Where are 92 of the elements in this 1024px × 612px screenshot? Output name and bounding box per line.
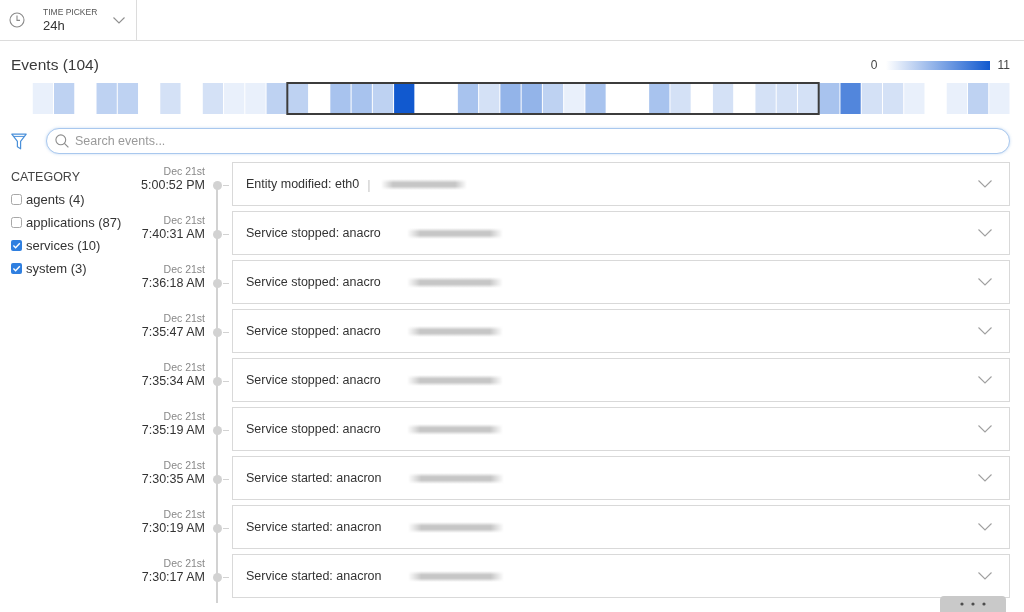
event-time: 7:40:31 AM [141, 227, 205, 242]
heatmap-cell [861, 83, 882, 114]
heatmap-cell [819, 83, 840, 114]
event-title: Service stopped: anacro [246, 275, 381, 289]
event-date: Dec 21st [163, 508, 205, 521]
event-time: 7:30:35 AM [141, 472, 205, 487]
chevron-down-icon[interactable] [978, 425, 992, 433]
event-title: Service stopped: anacro [246, 373, 381, 387]
chevron-down-icon[interactable] [978, 229, 992, 237]
event-card[interactable]: Service started: anacron [232, 554, 1010, 598]
timeline-dot-icon [212, 376, 222, 386]
chevron-down-icon[interactable] [978, 278, 992, 286]
clock-icon [9, 12, 25, 28]
more-icon [960, 602, 986, 606]
heatmap-cell [32, 83, 53, 114]
event-title: Service stopped: anacro [246, 422, 381, 436]
timeline-dot-icon [212, 425, 222, 435]
event-time: 7:35:47 AM [141, 325, 205, 340]
heatmap-cell [54, 83, 75, 114]
heatmap-cell [904, 83, 925, 114]
event-title: Service started: anacron [246, 569, 382, 583]
event-title: Service started: anacron [246, 471, 382, 485]
event-time: 7:35:34 AM [141, 374, 205, 389]
heatmap-cell [882, 83, 904, 114]
selection-brush[interactable] [286, 82, 820, 115]
event-title: Service stopped: anacro [246, 324, 381, 338]
heatmap-cell [224, 83, 245, 114]
event-title: Service started: anacron [246, 520, 382, 534]
timeline-dot-icon [212, 229, 222, 239]
event-time: 5:00:52 PM [141, 178, 205, 193]
chevron-down-icon [113, 16, 125, 24]
event-date: Dec 21st [163, 459, 205, 472]
event-card[interactable]: Service stopped: anacro [232, 260, 1010, 304]
search-icon [55, 134, 69, 148]
search-field[interactable]: Search events... [46, 128, 1010, 154]
timeline-dot-icon [212, 572, 222, 582]
checkbox[interactable] [11, 263, 22, 274]
chevron-down-icon[interactable] [978, 180, 992, 188]
event-card[interactable]: Service stopped: anacro [232, 211, 1010, 255]
event-date: Dec 21st [163, 312, 205, 325]
event-card[interactable]: Service started: anacron [232, 456, 1010, 500]
timeline-dot-icon [212, 180, 222, 190]
event-date: Dec 21st [163, 557, 205, 570]
chevron-down-icon[interactable] [978, 474, 992, 482]
heatmap-cell [968, 83, 989, 114]
checkbox-label: agents (4) [26, 192, 85, 207]
event-date: Dec 21st [163, 214, 205, 227]
heatmap-cell [946, 83, 967, 114]
event-card[interactable]: Service stopped: anacro [232, 309, 1010, 353]
checkbox-label: applications (87) [26, 215, 122, 230]
event-card[interactable]: Service stopped: anacro [232, 358, 1010, 402]
heatmap-cell [160, 83, 181, 114]
event-time: 7:30:17 AM [141, 570, 205, 585]
event-date: Dec 21st [163, 165, 205, 178]
event-date: Dec 21st [163, 410, 205, 423]
event-time: 7:36:18 AM [141, 276, 205, 291]
event-card[interactable]: Service stopped: anacro [232, 407, 1010, 451]
event-title: Entity modified: eth0 [246, 177, 360, 191]
more-button[interactable] [940, 596, 1006, 612]
heatmap-cell [840, 83, 861, 114]
heatmap-cell [989, 83, 1010, 114]
timeline-dot-icon [212, 327, 222, 337]
checkbox[interactable] [11, 240, 22, 251]
heatmap-cell [266, 83, 287, 114]
event-title: Service stopped: anacro [246, 226, 381, 240]
timeline-dot-icon [212, 278, 222, 288]
heatmap-cell [245, 83, 266, 114]
checkbox-label: system (3) [26, 261, 87, 276]
event-card[interactable]: Entity modified: eth0 | [232, 162, 1010, 206]
scale-label: 0 [870, 58, 878, 72]
chevron-down-icon[interactable] [978, 327, 992, 335]
event-time: 7:35:19 AM [141, 423, 205, 438]
heatmap-cell [202, 83, 224, 114]
chevron-down-icon[interactable] [978, 572, 992, 580]
filter-icon[interactable] [11, 132, 27, 150]
timeline-dot-icon [212, 523, 222, 533]
heatmap-cell [96, 83, 117, 114]
timeline-dot-icon [212, 474, 222, 484]
category-heading: CATEGORY [11, 170, 81, 184]
title-separator: | [367, 176, 371, 192]
chevron-down-icon[interactable] [978, 523, 992, 531]
event-date: Dec 21st [163, 263, 205, 276]
checkbox[interactable] [11, 194, 22, 205]
event-date: Dec 21st [163, 361, 205, 374]
scale-label: 11 [997, 58, 1010, 72]
heatmap-cell [117, 83, 139, 114]
checkbox-label: services (10) [26, 238, 101, 253]
event-card[interactable]: Service started: anacron [232, 505, 1010, 549]
event-time: 7:30:19 AM [141, 521, 205, 536]
chevron-down-icon[interactable] [978, 376, 992, 384]
checkbox[interactable] [11, 217, 22, 228]
events-title: Events (104) [11, 55, 99, 75]
